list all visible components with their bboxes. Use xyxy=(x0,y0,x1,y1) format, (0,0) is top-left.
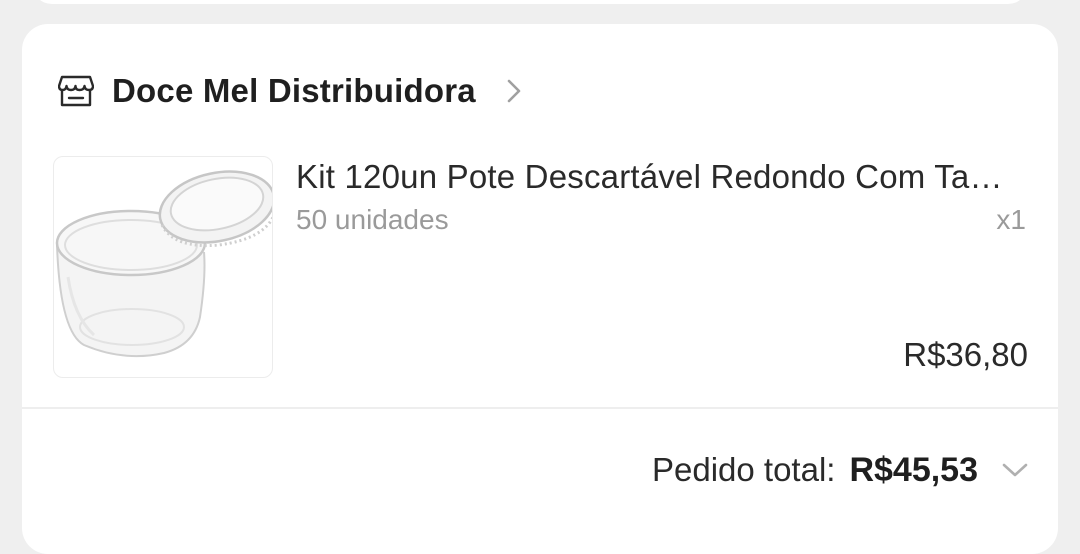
store-icon xyxy=(58,73,94,109)
order-total-value: R$45,53 xyxy=(849,450,978,489)
product-title[interactable]: Kit 120un Pote Descartável Redondo Com T… xyxy=(296,158,1026,196)
chevron-right-icon xyxy=(506,73,528,109)
product-price: R$36,80 xyxy=(903,336,1028,373)
product-variant: 50 unidades xyxy=(296,204,449,235)
divider xyxy=(22,407,1058,409)
product-image[interactable] xyxy=(53,156,273,378)
product-quantity: x1 xyxy=(996,204,1026,235)
shop-header[interactable]: Doce Mel Distribuidora xyxy=(58,68,528,114)
order-total-row[interactable]: Pedido total: R$45,53 xyxy=(652,448,1030,492)
shop-name: Doce Mel Distribuidora xyxy=(112,72,476,109)
order-total-label: Pedido total: xyxy=(651,451,836,488)
order-card: Doce Mel Distribuidora Kit 120un Pote De… xyxy=(22,24,1058,554)
previous-card-edge xyxy=(32,0,1028,4)
chevron-down-icon[interactable] xyxy=(1000,455,1030,485)
